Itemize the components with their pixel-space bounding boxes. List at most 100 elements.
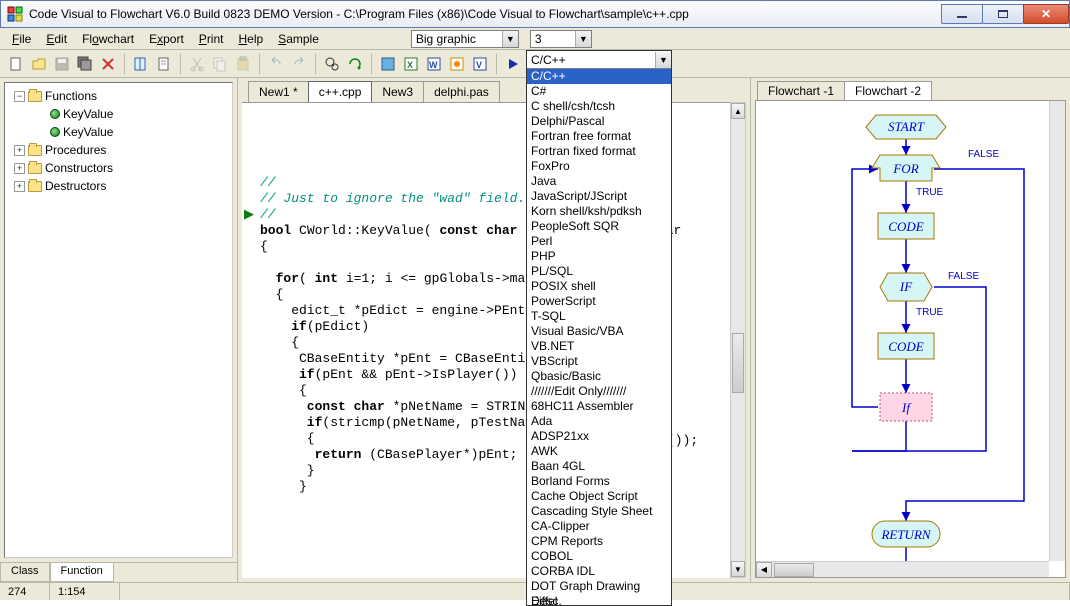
lang-option[interactable]: Baan 4GL bbox=[527, 459, 671, 474]
minimize-button[interactable] bbox=[941, 4, 983, 24]
chevron-down-icon[interactable]: ▼ bbox=[575, 31, 591, 47]
lang-option[interactable]: C shell/csh/tcsh bbox=[527, 99, 671, 114]
tree-keyvalue-2[interactable]: KeyValue bbox=[63, 125, 113, 139]
book-icon[interactable] bbox=[131, 54, 151, 74]
lang-option[interactable]: Qbasic/Basic bbox=[527, 369, 671, 384]
scroll-up-icon[interactable]: ▲ bbox=[731, 103, 745, 119]
menu-export[interactable]: Export bbox=[143, 30, 190, 48]
lang-option[interactable]: JavaScript/JScript bbox=[527, 189, 671, 204]
breakpoint-icon[interactable]: ▶ bbox=[244, 207, 254, 223]
lang-option[interactable]: Perl bbox=[527, 234, 671, 249]
open-icon[interactable] bbox=[29, 54, 49, 74]
flowchart-tab-1[interactable]: Flowchart -1 bbox=[757, 81, 845, 100]
lang-option[interactable]: VB.NET bbox=[527, 339, 671, 354]
export-visio-icon[interactable]: V bbox=[470, 54, 490, 74]
expand-icon[interactable]: + bbox=[14, 181, 25, 192]
lang-option[interactable]: CORBA IDL bbox=[527, 564, 671, 579]
scroll-down-icon[interactable]: ▼ bbox=[731, 561, 745, 577]
export-bmp-icon[interactable] bbox=[378, 54, 398, 74]
delete-icon[interactable] bbox=[98, 54, 118, 74]
scroll-thumb[interactable] bbox=[732, 333, 744, 393]
lang-option[interactable]: Fortran fixed format bbox=[527, 144, 671, 159]
save-all-icon[interactable] bbox=[75, 54, 95, 74]
lang-option[interactable]: 68HC11 Assembler bbox=[527, 399, 671, 414]
lang-option[interactable]: FoxPro bbox=[527, 159, 671, 174]
menu-file[interactable]: File bbox=[6, 30, 37, 48]
flow-scrollbar-v[interactable] bbox=[1049, 101, 1065, 561]
lang-option[interactable]: POSIX shell bbox=[527, 279, 671, 294]
run-icon[interactable] bbox=[503, 54, 523, 74]
lang-option[interactable]: C/C++ bbox=[527, 69, 671, 84]
scroll-left-icon[interactable]: ◀ bbox=[756, 562, 772, 578]
lang-option[interactable]: Visual Basic/VBA bbox=[527, 324, 671, 339]
flowchart-canvas[interactable]: START FOR TRUE FALSE CODE IF TRUE FALSE … bbox=[755, 100, 1066, 578]
lang-option[interactable]: VBScript bbox=[527, 354, 671, 369]
lang-option[interactable]: Java bbox=[527, 174, 671, 189]
maximize-button[interactable] bbox=[982, 4, 1024, 24]
refresh-icon[interactable] bbox=[345, 54, 365, 74]
paste-icon[interactable] bbox=[233, 54, 253, 74]
lang-option[interactable]: Cache Object Script bbox=[527, 489, 671, 504]
editor-tab-new3[interactable]: New3 bbox=[371, 81, 424, 102]
lang-option[interactable]: ///////Edit Only/////// bbox=[527, 384, 671, 399]
chevron-down-icon[interactable]: ▼ bbox=[502, 31, 518, 47]
lang-option[interactable]: COBOL bbox=[527, 549, 671, 564]
export-word-icon[interactable]: W bbox=[424, 54, 444, 74]
graphic-combo[interactable]: Big graphic▼ bbox=[411, 30, 519, 48]
tree-functions[interactable]: Functions bbox=[45, 89, 97, 103]
export-svg-icon[interactable] bbox=[447, 54, 467, 74]
flow-scrollbar-h[interactable]: ◀ bbox=[756, 561, 1049, 577]
lang-option[interactable]: T-SQL bbox=[527, 309, 671, 324]
lang-option[interactable]: C# bbox=[527, 84, 671, 99]
lang-option[interactable]: Fortran free format bbox=[527, 129, 671, 144]
lang-option[interactable]: AWK bbox=[527, 444, 671, 459]
chevron-down-icon[interactable]: ▼ bbox=[655, 52, 671, 68]
lang-option[interactable]: PHP bbox=[527, 249, 671, 264]
lang-option[interactable]: DOT Graph Drawing Desc. bbox=[527, 579, 671, 594]
lang-option[interactable]: PowerScript bbox=[527, 294, 671, 309]
tree-constructors[interactable]: Constructors bbox=[45, 161, 113, 175]
lang-option[interactable]: PL/SQL bbox=[527, 264, 671, 279]
tab-function[interactable]: Function bbox=[50, 563, 114, 582]
expand-icon[interactable]: + bbox=[14, 163, 25, 174]
lang-option[interactable]: Korn shell/ksh/pdksh bbox=[527, 204, 671, 219]
number-combo[interactable]: 3▼ bbox=[530, 30, 592, 48]
lang-option[interactable]: PeopleSoft SQR bbox=[527, 219, 671, 234]
lang-option[interactable]: Borland Forms bbox=[527, 474, 671, 489]
expand-icon[interactable]: − bbox=[14, 91, 25, 102]
lang-option[interactable]: ADSP21xx bbox=[527, 429, 671, 444]
editor-scrollbar[interactable]: ▲ ▼ bbox=[730, 102, 746, 578]
scroll-thumb[interactable] bbox=[774, 563, 814, 577]
editor-tab-new1[interactable]: New1 * bbox=[248, 81, 309, 102]
undo-icon[interactable] bbox=[266, 54, 286, 74]
export-excel-icon[interactable]: X bbox=[401, 54, 421, 74]
language-dropdown[interactable]: C/C++▼ C/C++C#C shell/csh/tcshDelphi/Pas… bbox=[526, 50, 672, 606]
lang-option[interactable]: Cascading Style Sheet bbox=[527, 504, 671, 519]
language-combo[interactable]: C/C++▼ bbox=[527, 51, 671, 69]
menu-edit[interactable]: Edit bbox=[40, 30, 73, 48]
menu-print[interactable]: Print bbox=[193, 30, 230, 48]
menu-sample[interactable]: Sample bbox=[272, 30, 325, 48]
menu-flowchart[interactable]: Flowchart bbox=[76, 30, 140, 48]
save-icon[interactable] bbox=[52, 54, 72, 74]
new-icon[interactable] bbox=[6, 54, 26, 74]
lang-option[interactable]: Delphi/Pascal bbox=[527, 114, 671, 129]
tab-class[interactable]: Class bbox=[0, 563, 50, 582]
tree-keyvalue-1[interactable]: KeyValue bbox=[63, 107, 113, 121]
close-button[interactable]: ✕ bbox=[1023, 4, 1069, 24]
editor-tab-cpp[interactable]: c++.cpp bbox=[308, 81, 373, 102]
tree-procedures[interactable]: Procedures bbox=[45, 143, 106, 157]
copy-icon[interactable] bbox=[210, 54, 230, 74]
lang-option[interactable]: CPM Reports bbox=[527, 534, 671, 549]
tree-destructors[interactable]: Destructors bbox=[45, 179, 106, 193]
lang-option[interactable]: CA-Clipper bbox=[527, 519, 671, 534]
menu-help[interactable]: Help bbox=[232, 30, 269, 48]
find-icon[interactable] bbox=[322, 54, 342, 74]
editor-tab-delphi[interactable]: delphi.pas bbox=[423, 81, 500, 102]
redo-icon[interactable] bbox=[289, 54, 309, 74]
doc-icon[interactable] bbox=[154, 54, 174, 74]
lang-option[interactable]: Ada bbox=[527, 414, 671, 429]
cut-icon[interactable] bbox=[187, 54, 207, 74]
tree-view[interactable]: − Functions KeyValue KeyValue + Procedures… bbox=[4, 82, 233, 558]
flowchart-tab-2[interactable]: Flowchart -2 bbox=[844, 81, 932, 100]
